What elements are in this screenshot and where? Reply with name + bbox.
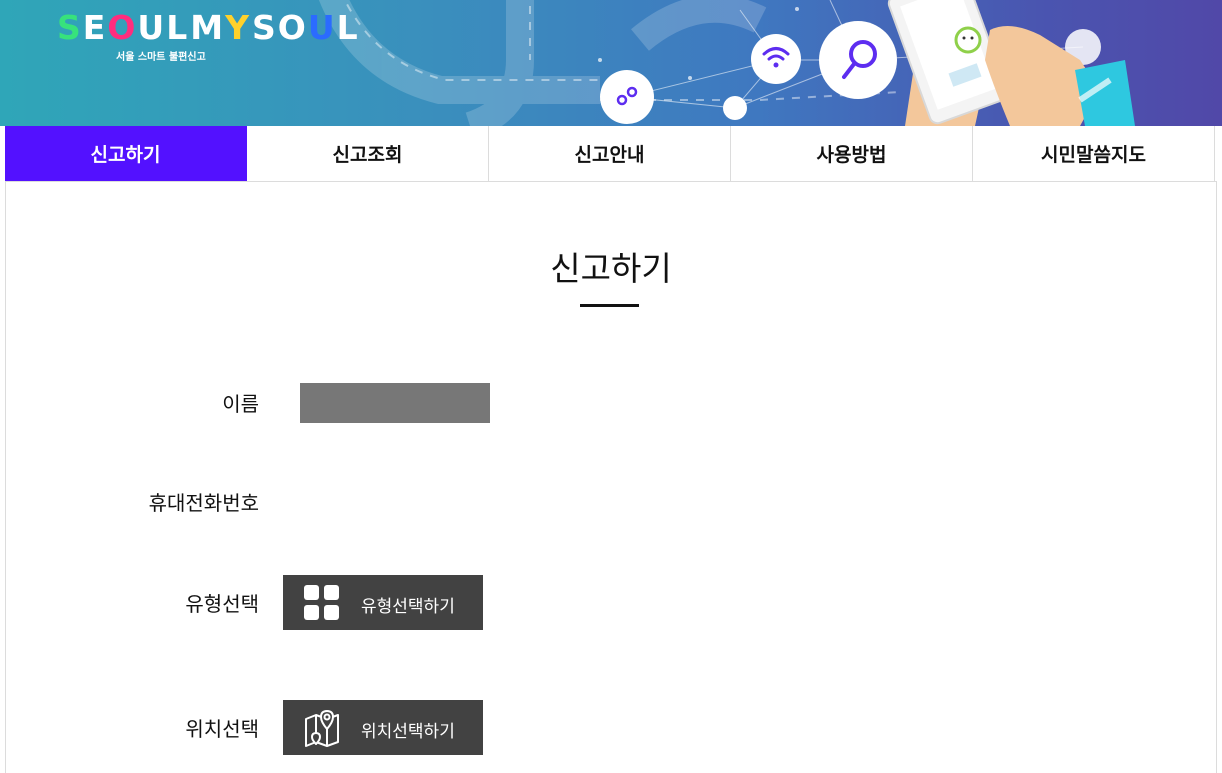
name-label: 이름 <box>222 392 259 416</box>
tab-report-guide[interactable]: 신고안내 <box>489 126 731 181</box>
logo-letter: O <box>277 8 307 47</box>
logo-letter: E <box>82 8 107 47</box>
seoul-my-soul-logo[interactable]: S E O U L M Y S O U L 서울 스마트 불편신고 <box>57 8 358 68</box>
logo-letter: Y <box>225 8 250 47</box>
select-type-button-label: 유형선택하기 <box>361 597 455 617</box>
tab-citizen-voice-map[interactable]: 시민말씀지도 <box>973 126 1215 181</box>
main-tabs: 신고하기 신고조회 신고안내 사용방법 시민말씀지도 <box>5 126 1217 182</box>
tab-report[interactable]: 신고하기 <box>5 126 247 181</box>
logo-letter: S <box>251 8 277 47</box>
tab-how-to-use[interactable]: 사용방법 <box>731 126 973 181</box>
logo-letter: U <box>137 8 166 47</box>
map-pin-icon <box>305 710 339 747</box>
type-label: 유형선택 <box>185 592 259 616</box>
logo-letter: L <box>336 8 359 47</box>
select-location-button[interactable]: 위치선택하기 <box>283 700 483 755</box>
page-title: 신고하기 <box>550 249 672 288</box>
logo-letter: U <box>307 8 336 47</box>
name-field[interactable] <box>300 383 490 423</box>
logo-wordmark: S E O U L M Y S O U L <box>57 8 358 48</box>
select-type-button[interactable]: 유형선택하기 <box>283 575 483 630</box>
select-location-button-label: 위치선택하기 <box>361 722 455 742</box>
header-banner: S E O U L M Y S O U L 서울 스마트 불편신고 <box>0 0 1222 126</box>
logo-letter: L <box>166 8 189 47</box>
phone-field[interactable] <box>300 482 490 522</box>
grid-icon <box>304 585 339 620</box>
phone-label: 휴대전화번호 <box>148 491 259 515</box>
logo-letter: M <box>190 8 225 47</box>
title-underline <box>580 304 639 307</box>
smartphone-icon <box>887 0 1135 126</box>
logo-subtitle: 서울 스마트 불편신고 <box>116 52 206 63</box>
logo-letter: S <box>57 8 82 47</box>
logo-letter: O <box>107 8 137 47</box>
location-label: 위치선택 <box>185 717 259 741</box>
tab-report-lookup[interactable]: 신고조회 <box>247 126 489 181</box>
